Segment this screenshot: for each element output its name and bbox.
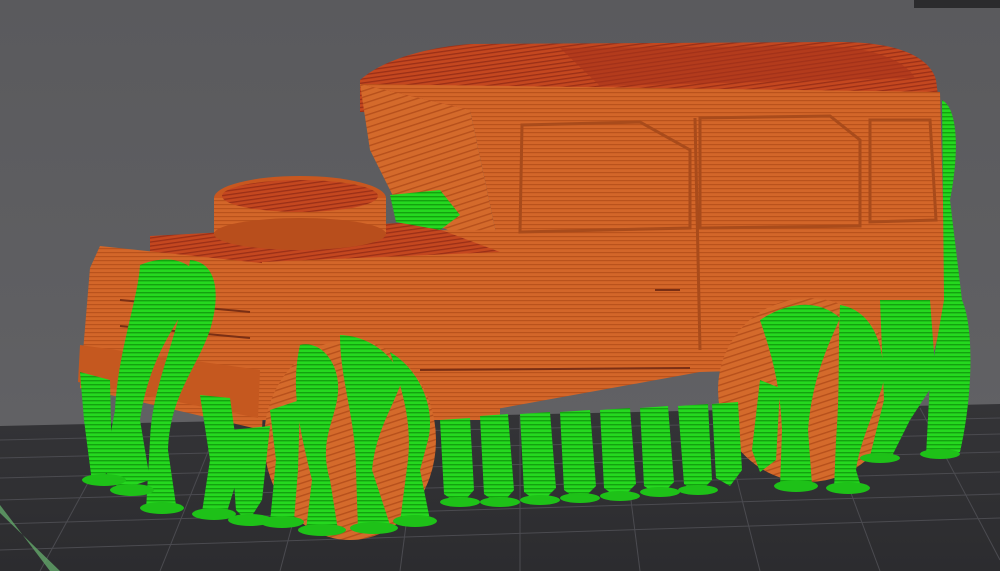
preview-scene[interactable] xyxy=(0,0,1000,571)
spare-wheel xyxy=(222,180,378,212)
slicer-3d-viewport[interactable] xyxy=(0,0,1000,571)
